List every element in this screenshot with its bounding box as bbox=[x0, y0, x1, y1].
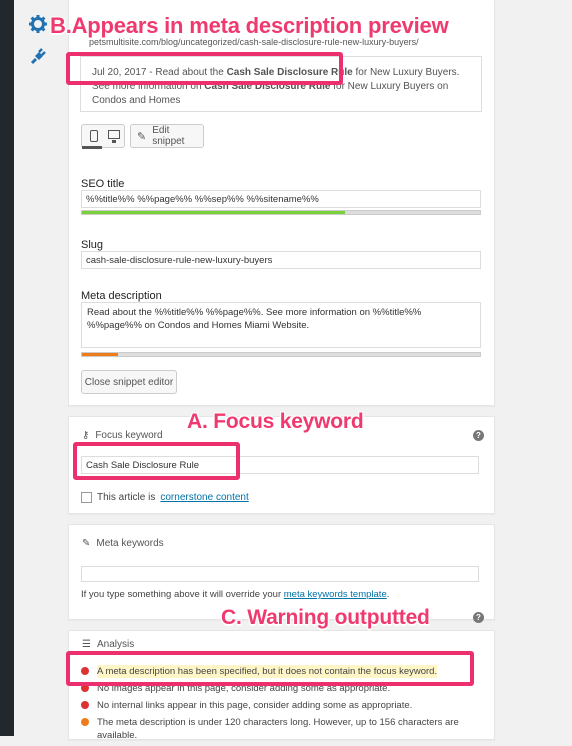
meta-description-textarea[interactable]: Read about the %%title%% %%page%%. See m… bbox=[81, 302, 481, 348]
device-active-indicator bbox=[82, 146, 102, 149]
desktop-icon[interactable] bbox=[108, 130, 120, 143]
help-icon[interactable]: ? bbox=[473, 612, 484, 623]
cornerstone-link[interactable]: cornerstone content bbox=[160, 492, 248, 503]
annotation-label-b: B.Appears in meta description preview bbox=[50, 13, 449, 38]
key-icon: ⚷ bbox=[82, 430, 90, 441]
device-toggle[interactable] bbox=[81, 124, 125, 148]
status-dot-icon bbox=[81, 701, 89, 709]
slug-label: Slug bbox=[81, 239, 104, 251]
seo-title-label: SEO title bbox=[81, 178, 125, 190]
focus-keyword-heading: ⚷ Focus keyword bbox=[82, 430, 163, 441]
meta-keywords-heading: ✎ Meta keywords bbox=[82, 538, 164, 549]
help-icon[interactable]: ? bbox=[473, 430, 484, 441]
cornerstone-checkbox[interactable] bbox=[81, 492, 92, 503]
pencil-icon: ✎ bbox=[137, 130, 147, 143]
cornerstone-row: This article is cornerstone content bbox=[81, 492, 249, 503]
meta-keywords-hint: If you type something above it will over… bbox=[81, 589, 390, 600]
annotation-box-focus bbox=[73, 442, 240, 480]
slug-input[interactable]: cash-sale-disclosure-rule-new-luxury-buy… bbox=[81, 251, 481, 269]
analysis-item: The meta description is under 120 charac… bbox=[81, 716, 481, 742]
annotation-label-a: A. Focus keyword bbox=[187, 410, 364, 433]
plug-icon[interactable] bbox=[28, 46, 48, 66]
analysis-heading: ☰ Analysis bbox=[82, 639, 135, 650]
seo-title-progress-fill bbox=[82, 211, 345, 214]
gear-icon[interactable] bbox=[28, 14, 48, 34]
annotation-box-warning bbox=[66, 651, 474, 686]
close-snippet-editor-button[interactable]: Close snippet editor bbox=[81, 370, 177, 394]
pencil-icon: ✎ bbox=[82, 538, 91, 549]
list-icon: ☰ bbox=[82, 639, 91, 650]
status-dot-icon bbox=[81, 718, 89, 726]
seo-title-progress bbox=[81, 210, 481, 215]
mobile-icon[interactable] bbox=[90, 130, 98, 142]
meta-description-label: Meta description bbox=[81, 290, 162, 302]
meta-description-progress bbox=[81, 352, 481, 357]
edit-snippet-button[interactable]: ✎ Edit snippet bbox=[130, 124, 204, 148]
meta-keywords-input[interactable] bbox=[81, 566, 479, 582]
annotation-label-c: C. Warning outputted bbox=[221, 606, 430, 629]
meta-keywords-template-link[interactable]: meta keywords template bbox=[284, 589, 387, 600]
admin-sidebar bbox=[0, 0, 14, 736]
meta-description-progress-fill bbox=[82, 353, 118, 356]
seo-title-input[interactable]: %%title%% %%page%% %%sep%% %%sitename%% bbox=[81, 190, 481, 208]
analysis-item: No internal links appear in this page, c… bbox=[81, 699, 481, 712]
annotation-box-preview bbox=[66, 52, 343, 85]
